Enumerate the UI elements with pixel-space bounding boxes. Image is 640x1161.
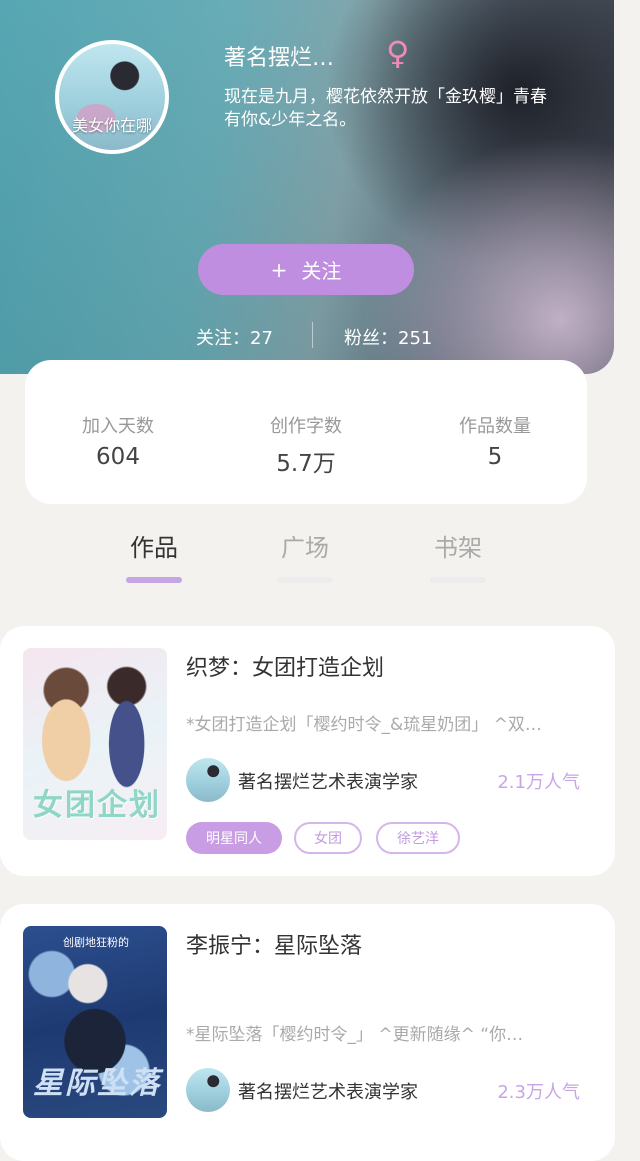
author-name: 著名摆烂艺术表演学家 [238,1082,418,1103]
author-row[interactable]: 著名摆烂艺术表演学家 2.3万人气 [186,1068,590,1112]
stat-value: 604 [96,444,140,470]
female-icon: ♀ [386,34,410,72]
profile-bio: 现在是九月，樱花依然开放「金玖樱」青春有你&少年之名。 [224,87,547,130]
tab-indicator [126,577,182,583]
tab-indicator [277,577,333,583]
tab-works[interactable]: 作品 [114,528,194,583]
tab-label: 书架 [434,534,482,562]
follow-label: 关注 [301,259,342,283]
tag-chip[interactable]: 女团 [294,822,362,854]
author-avatar[interactable] [186,1068,230,1112]
popularity-count: 2.1万人气 [497,772,580,793]
cover-title: 女团企划 [33,788,161,823]
tab-bookshelf[interactable]: 书架 [418,528,498,583]
tab-label: 广场 [281,534,329,562]
stat-label: 加入天数 [82,416,154,437]
username: 著名摆烂… [224,46,335,71]
following-count[interactable]: 关注：27 [196,324,273,350]
stat-join-days: 加入天数 604 [38,412,198,470]
tab-square[interactable]: 广场 [265,528,345,583]
content-tabs: 作品 广场 书架 [0,520,640,586]
stat-label: 作品数量 [459,416,531,437]
author-avatar[interactable] [186,758,230,802]
tab-label: 作品 [130,534,178,562]
cover-subtitle: 创剧地狂粉的 [63,936,129,949]
profile-stats-card: 加入天数 604 创作字数 5.7万 作品数量 5 [25,360,587,504]
tag-chip[interactable]: 明星同人 [186,822,282,854]
tab-indicator [430,577,486,583]
cover-title: 星际坠落 [33,1066,161,1101]
tag-chip[interactable]: 徐艺洋 [376,822,460,854]
stat-work-count: 作品数量 5 [415,412,575,470]
popularity-count: 2.3万人气 [497,1082,580,1103]
stat-label: 创作字数 [270,416,342,437]
work-cover[interactable]: 创剧地狂粉的 星际坠落 [23,926,167,1118]
work-cover[interactable]: 女团企划 [23,648,167,840]
work-card[interactable]: 创剧地狂粉的 星际坠落 李振宁：星际坠落 *星际坠落「樱约时令_」 ^更新随缘^… [0,904,615,1161]
follow-stats: 关注：27 粉丝：251 [0,322,614,350]
follow-button[interactable]: + 关注 [198,244,414,295]
author-row[interactable]: 著名摆烂艺术表演学家 2.1万人气 [186,758,590,802]
stat-value: 5 [487,444,503,470]
work-title[interactable]: 织梦：女团打造企划 [186,650,384,682]
author-name: 著名摆烂艺术表演学家 [238,772,418,793]
plus-icon: + [270,257,288,282]
profile-avatar[interactable]: 美女你在哪 [55,40,169,154]
stat-value: 5.7万 [276,451,336,477]
profile-header: 美女你在哪 著名摆烂… ♀ 现在是九月，樱花依然开放「金玖樱」青春有你&少年之名… [0,0,614,374]
stat-word-count: 创作字数 5.7万 [226,412,386,478]
fans-count[interactable]: 粉丝：251 [344,324,432,350]
work-description: *女团打造企划「樱约时令_&琉星奶团」 ^双… [186,715,542,735]
avatar-caption: 美女你在哪 [71,116,152,135]
work-description: *星际坠落「樱约时令_」 ^更新随缘^ “你… [186,1025,524,1045]
stats-divider [312,322,313,348]
work-title[interactable]: 李振宁：星际坠落 [186,928,362,960]
work-card[interactable]: 女团企划 织梦：女团打造企划 *女团打造企划「樱约时令_&琉星奶团」 ^双… 著… [0,626,615,876]
